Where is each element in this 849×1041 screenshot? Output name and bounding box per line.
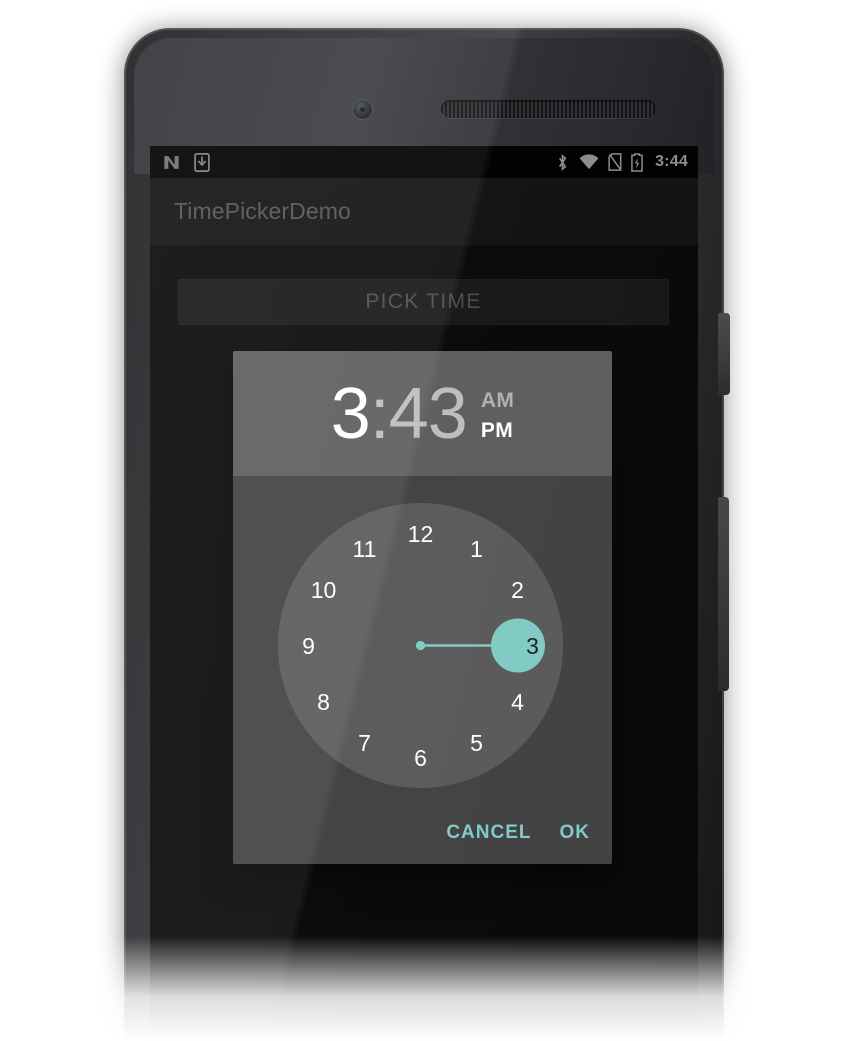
clock-hour-12[interactable]: 12: [403, 520, 439, 548]
clock-hour-10[interactable]: 10: [306, 576, 342, 604]
selector-center-dot: [415, 640, 426, 651]
clock-hour-3[interactable]: 3: [515, 632, 551, 660]
clock-hour-5[interactable]: 5: [459, 729, 495, 757]
am-pm-toggle: AM PM: [481, 386, 514, 446]
clock-hour-2[interactable]: 2: [500, 576, 536, 604]
pm-button[interactable]: PM: [481, 416, 514, 446]
dialog-action-buttons: CANCEL OK: [233, 802, 612, 864]
clock-hour-1[interactable]: 1: [459, 535, 495, 563]
earpiece-speaker-icon: [441, 100, 656, 118]
time-picker-header: 3 : 43 AM PM: [233, 351, 612, 476]
screenshot-stage: 3:44 TimePickerDemo PICK TIME Picked tim…: [0, 0, 849, 1041]
clock-hour-9[interactable]: 9: [291, 632, 327, 660]
clock-face[interactable]: 12 1 2 3 4 5 6 7 8 9 10 11: [278, 503, 563, 788]
hour-value[interactable]: 3: [331, 378, 371, 450]
front-camera-icon: [353, 100, 372, 119]
clock-hour-11[interactable]: 11: [347, 535, 383, 563]
clock-hour-4[interactable]: 4: [500, 688, 536, 716]
am-button[interactable]: AM: [481, 386, 514, 416]
volume-rocker-button[interactable]: [718, 497, 729, 691]
phone-screen: 3:44 TimePickerDemo PICK TIME Picked tim…: [150, 146, 698, 1041]
time-picker-dialog: 3 : 43 AM PM 12 1 2 3 4 5 6 7 8 9 10 11 …: [233, 351, 612, 864]
power-button[interactable]: [718, 313, 730, 395]
clock-hour-6[interactable]: 6: [403, 744, 439, 772]
clock-hour-7[interactable]: 7: [347, 729, 383, 757]
time-picker-body: 12 1 2 3 4 5 6 7 8 9 10 11 CANCEL OK: [233, 476, 612, 864]
cancel-button[interactable]: CANCEL: [446, 822, 531, 844]
time-separator: :: [369, 373, 390, 454]
time-display: 3 : 43 AM PM: [331, 378, 515, 450]
clock-hour-8[interactable]: 8: [306, 688, 342, 716]
minute-value[interactable]: 43: [389, 378, 468, 450]
ok-button[interactable]: OK: [560, 822, 591, 844]
